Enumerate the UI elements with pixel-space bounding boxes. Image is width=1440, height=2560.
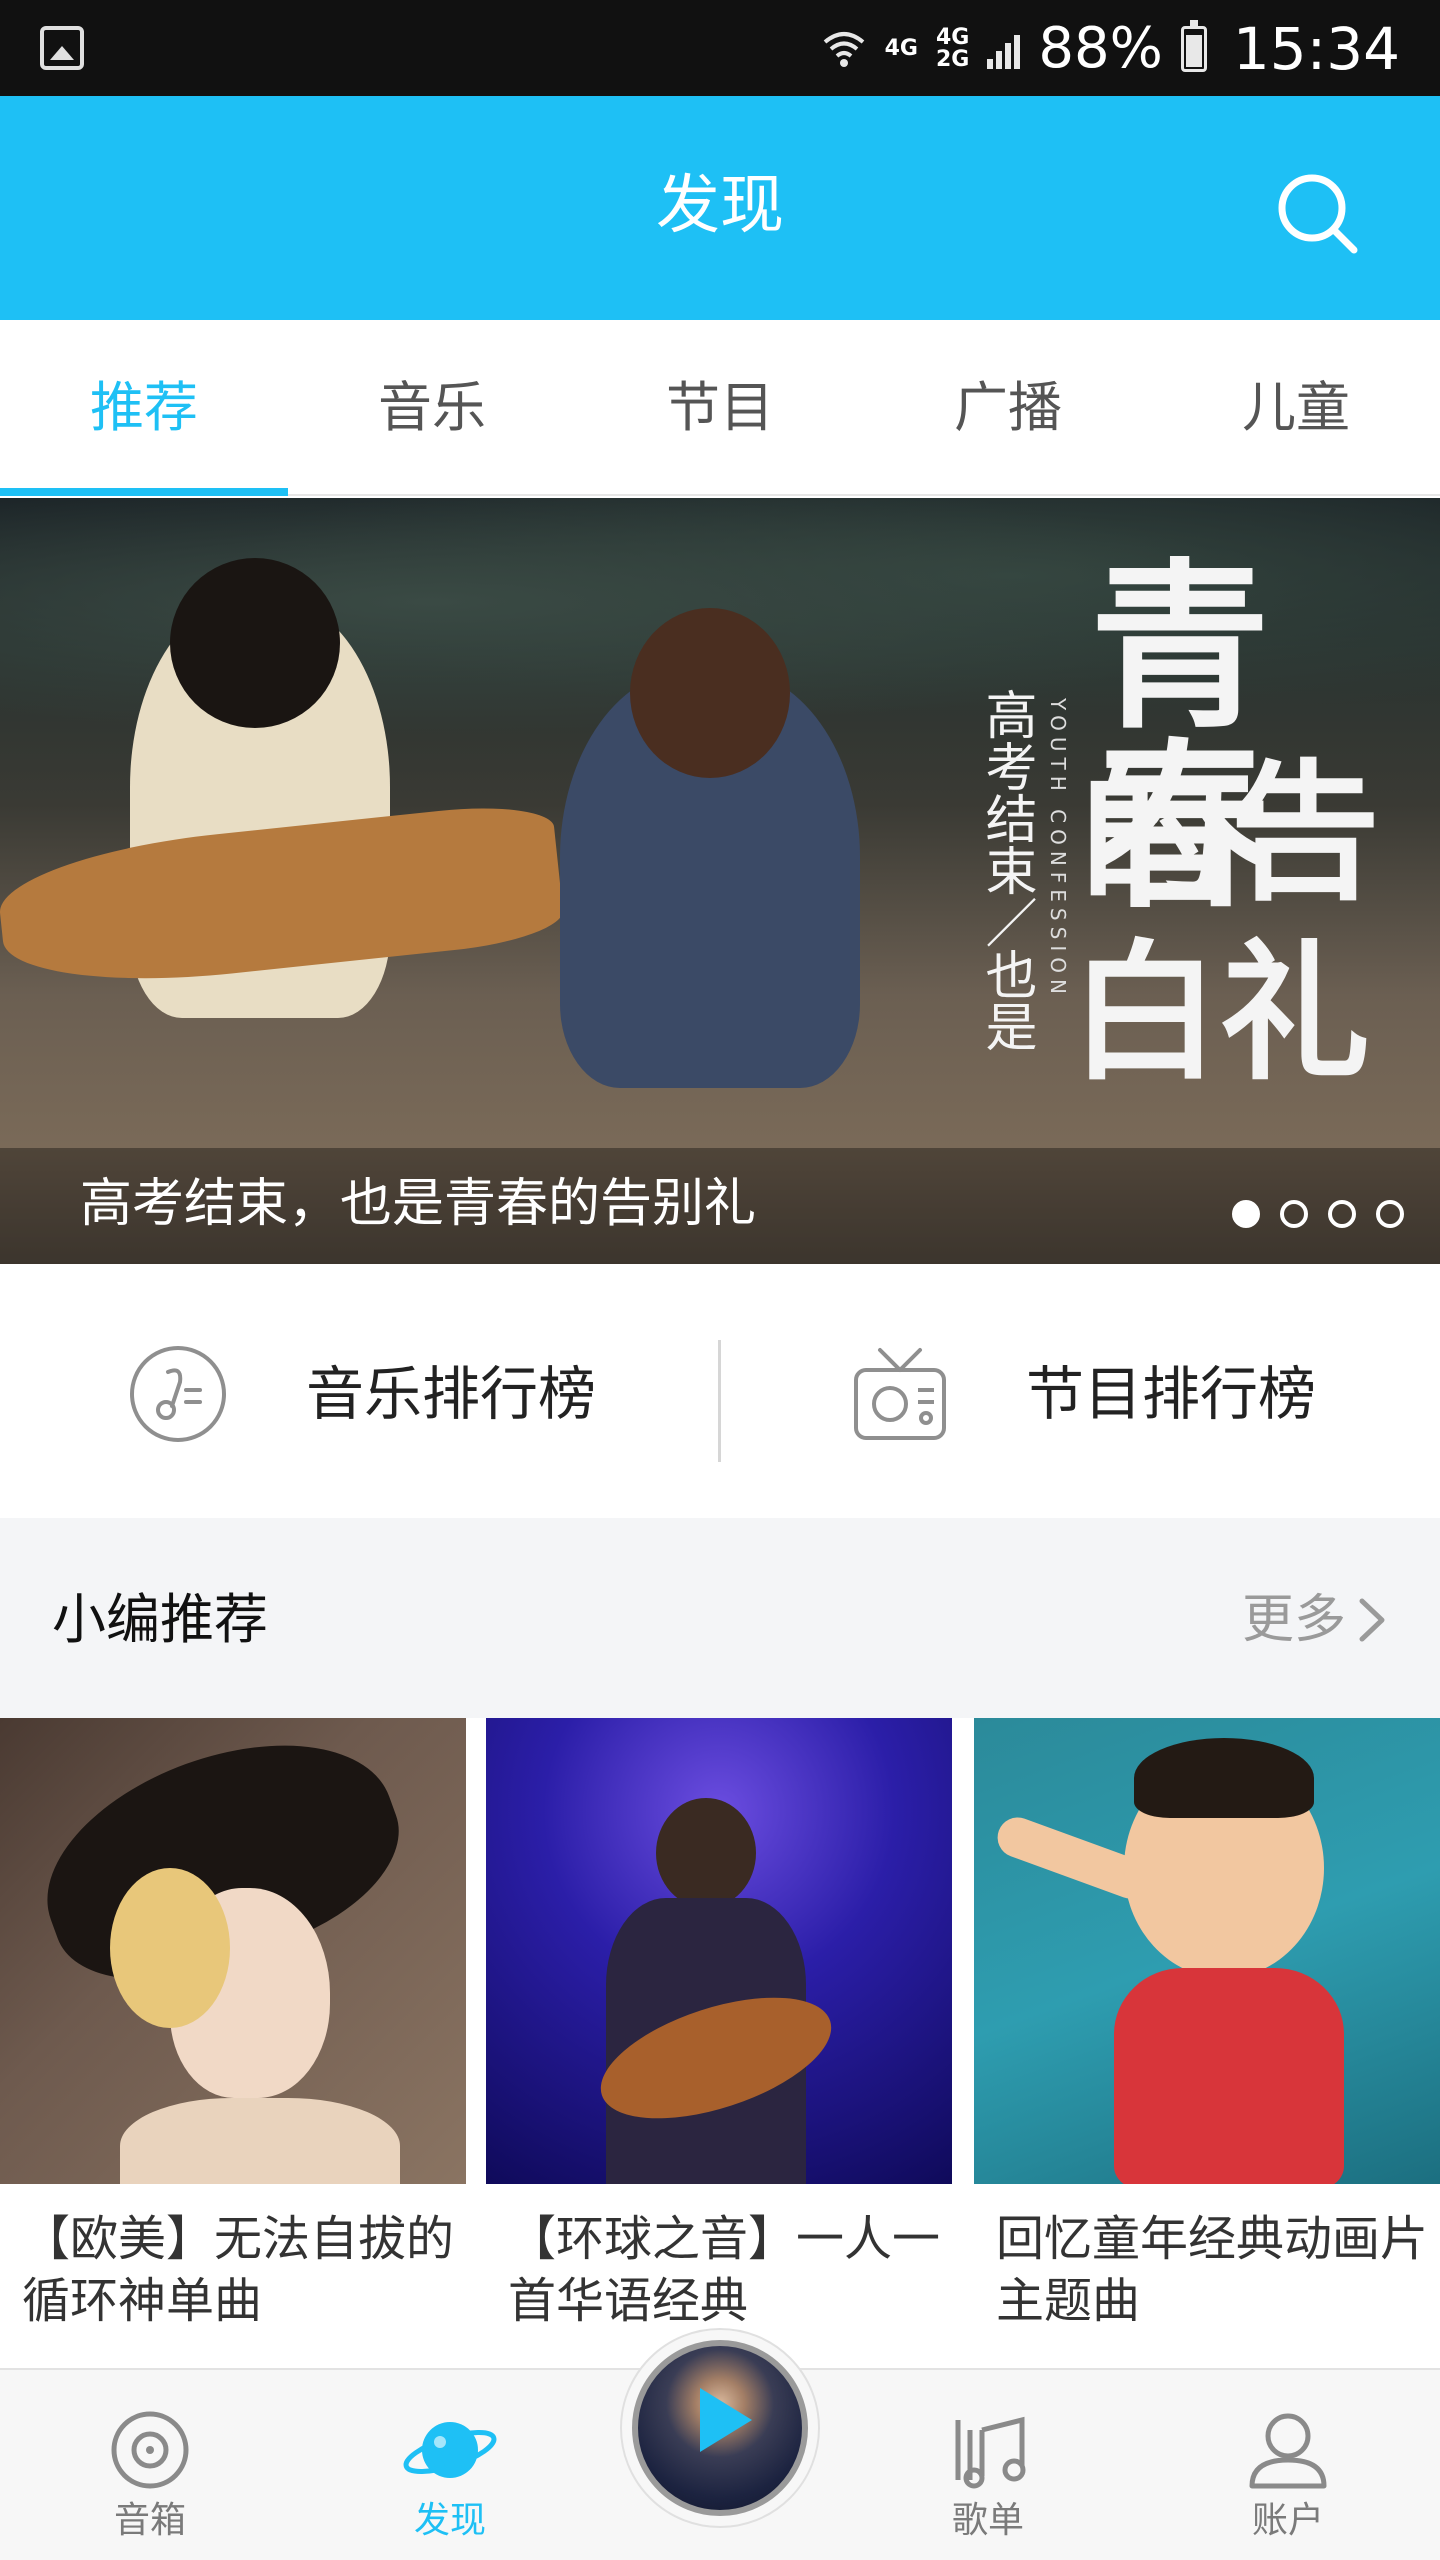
carousel-indicator [1232,1200,1404,1228]
cartoon-body-image [1114,1968,1344,2184]
nav-label: 歌单 [951,2500,1024,2541]
radio-icon [854,1348,946,1440]
now-playing-button[interactable] [620,2328,820,2528]
rankings-row: 音乐排行榜 节目排行榜 [0,1264,1440,1518]
battery-percent: 88% [1038,16,1163,81]
banner-poster-title-3: 白礼 [1070,925,1371,1101]
program-ranking-label: 节目排行榜 [1026,1360,1317,1428]
battery-icon [1180,20,1207,72]
hair-image [110,1868,230,2028]
tab-kids[interactable]: 儿童 [1152,320,1440,496]
play-icon [700,2388,752,2452]
banner-poster-title-2: 的告 [1080,745,1381,921]
speaker-icon [111,2411,189,2489]
playlist-title: 回忆童年经典动画片主题曲 [996,2211,1429,2329]
editor-picks-header: 小编推荐 更多 [0,1518,1440,1718]
network-type-label-bottom: 2G [936,47,970,72]
section-title: 小编推荐 [52,1588,268,1651]
music-note-icon [130,1346,226,1442]
playlist-title: 【欧美】无法自拔的循环神单曲 [22,2211,455,2329]
cartoon-hair-image [1134,1738,1314,1818]
wifi-icon [823,32,864,67]
planet-icon [403,2422,497,2478]
app-header: 发现 [0,96,1440,320]
search-icon [1278,174,1358,254]
status-bar: 4G 4G 2G 88% 15:34 [0,0,1440,96]
banner-figure-boy-head [170,558,340,728]
search-button[interactable] [1270,166,1366,262]
music-ranking-button[interactable]: 音乐排行榜 [0,1264,720,1518]
nav-speaker[interactable]: 音箱 [50,2370,250,2560]
banner-carousel[interactable]: 高考结束／也是 YOUTH CONFESSION 青春 的告 白礼 高考结束，也… [0,498,1440,1264]
music-ranking-label: 音乐排行榜 [306,1360,597,1428]
nav-label: 发现 [413,2500,486,2541]
playlist-card[interactable]: 回忆童年经典动画片主题曲 [974,1718,1440,2368]
playlist-icon [955,2416,1026,2489]
playlist-cover-image [974,1718,1440,2184]
carousel-dot [1328,1200,1356,1228]
category-tabs: 推荐 音乐 节目 广播 儿童 [0,320,1440,496]
playlist-title: 【环球之音】一人一首华语经典 [508,2211,941,2329]
page-title: 发现 [656,169,784,243]
status-indicators: 4G 4G 2G 88% 15:34 [821,14,1400,84]
tab-recommend[interactable]: 推荐 [0,320,288,496]
network-type-label: 4G [884,36,918,61]
playlist-cover-image [486,1718,952,2184]
dual-network-label: 4G 2G [936,27,969,71]
carousel-dot-active [1232,1200,1260,1228]
banner-poster-subtitle: 高考结束／也是 [976,688,1036,1052]
nav-playlists[interactable]: 歌单 [888,2370,1088,2560]
playlist-card[interactable]: 【环球之音】一人一首华语经典 [486,1718,952,2368]
tab-radio[interactable]: 广播 [864,320,1152,496]
singer-head-image [656,1798,756,1908]
network-type-label-top: 4G [936,25,970,50]
chevron-right-icon [1359,1598,1385,1642]
nav-account[interactable]: 账户 [1188,2370,1388,2560]
banner-poster-english: YOUTH CONFESSION [1046,698,1070,1000]
guitar-image [0,799,566,997]
playlist-card[interactable]: 【欧美】无法自拔的循环神单曲 [0,1718,466,2368]
more-label: 更多 [1241,1590,1346,1650]
carousel-dot [1376,1200,1404,1228]
playlist-cover-image [0,1718,466,2184]
signal-icon [987,29,1021,69]
account-icon [1249,2413,1327,2489]
carousel-dot [1280,1200,1308,1228]
shoulder-image [120,2098,400,2184]
tab-music[interactable]: 音乐 [288,320,576,496]
playlist-cards: 【欧美】无法自拔的循环神单曲 【环球之音】一人一首华语经典 回忆童年经典动画片主… [0,1718,1440,2368]
active-tab-indicator [0,488,288,496]
banner-figure-girl-head [630,608,790,778]
nav-discover[interactable]: 发现 [350,2370,550,2560]
gallery-notification-icon [40,26,84,70]
banner-caption: 高考结束，也是青春的告别礼 [80,1174,757,1234]
program-ranking-button[interactable]: 节目排行榜 [720,1264,1440,1518]
more-link[interactable]: 更多 [1242,1588,1388,1652]
nav-label: 账户 [1251,2500,1324,2541]
tab-programs[interactable]: 节目 [576,320,864,496]
clock: 15:34 [1232,15,1400,83]
nav-label: 音箱 [113,2500,186,2541]
